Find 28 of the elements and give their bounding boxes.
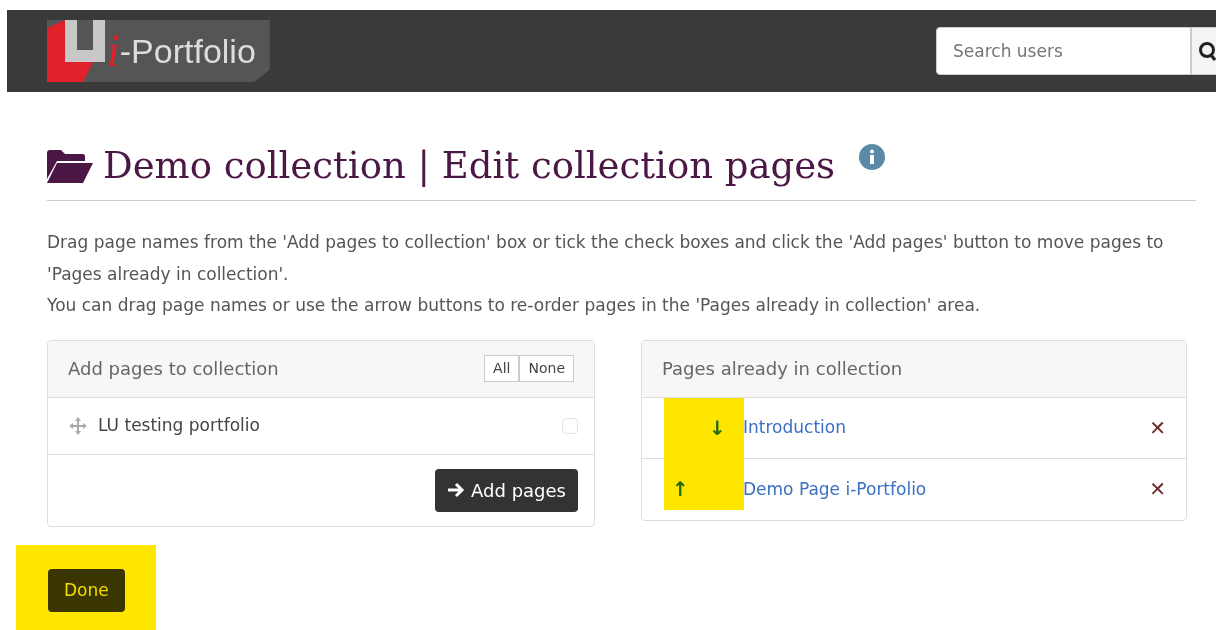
remove-button[interactable]: ✕: [1149, 412, 1166, 443]
instruction-text: You can drag page names or use the arrow buttons to re-order pages in the 'Pages already in collection' area.: [47, 294, 982, 318]
folder-icon: [47, 149, 93, 184]
done-button[interactable]: Done: [48, 568, 125, 613]
select-none-button[interactable]: None: [519, 355, 574, 383]
select-all-button[interactable]: All: [484, 355, 520, 383]
page-checkbox[interactable]: [562, 417, 578, 434]
logo-mark-icon: [47, 20, 107, 82]
move-icon[interactable]: [68, 415, 88, 436]
move-up-button[interactable]: ↑: [662, 474, 699, 505]
page-link[interactable]: Introduction: [743, 415, 846, 441]
add-pages-button[interactable]: Add pages: [435, 468, 578, 512]
info-icon[interactable]: [859, 144, 886, 170]
logo-letter: i: [107, 28, 120, 74]
search-field[interactable]: Search users: [936, 27, 1191, 75]
logo-text: -Portfolio: [119, 30, 256, 72]
arrow-right-icon: [447, 482, 466, 499]
panel-title: Add pages to collection: [68, 357, 279, 382]
page-link[interactable]: Demo Page i-Portfolio: [743, 476, 927, 503]
panel-title: Pages already in collection: [662, 357, 903, 382]
instruction-text: Drag page names from the 'Add pages to collection' box or tick the check boxes and click the 'Add pages' button to move pages to 'Pages already in collection'.: [47, 231, 1165, 286]
search-button[interactable]: [1191, 27, 1216, 75]
remove-button[interactable]: ✕: [1149, 474, 1166, 505]
page-name: LU testing portfolio: [98, 414, 260, 438]
page-title: Demo collection | Edit collection pages: [103, 144, 836, 189]
site-logo[interactable]: i-Portfolio: [47, 20, 270, 82]
move-down-button[interactable]: ↓: [699, 412, 736, 443]
search-icon: [1198, 41, 1216, 61]
